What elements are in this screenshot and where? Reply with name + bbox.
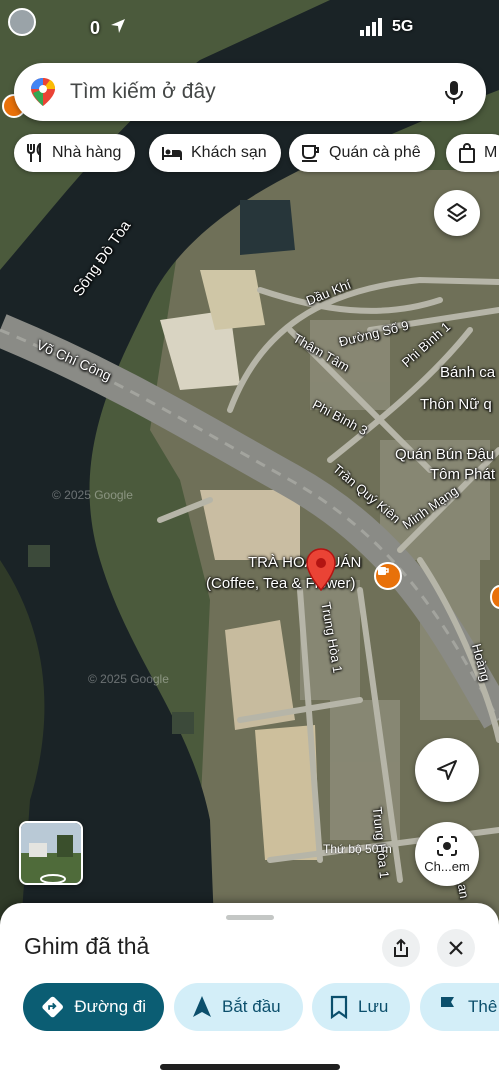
navigation-icon: [193, 996, 211, 1017]
map-label-banh-ca[interactable]: Bánh ca: [440, 364, 495, 381]
directions-label: Đường đi: [74, 997, 146, 1016]
chip-cafes[interactable]: Quán cà phê: [289, 134, 435, 172]
directions-icon: [42, 996, 63, 1018]
location-arrow-icon: [111, 19, 125, 33]
chip-label: Nhà hàng: [52, 144, 122, 161]
map-label-tom-phat[interactable]: Tôm Phát: [430, 466, 495, 483]
add-label-label: Thê: [468, 997, 498, 1016]
microphone-icon[interactable]: [442, 79, 466, 105]
navigation-arrow-icon: [437, 760, 457, 780]
maps-screen: Sông Đò Tòa Võ Chí Công Dầu Khí Đường Số…: [0, 0, 499, 1080]
signal-icon: [360, 18, 382, 36]
flag-icon: [441, 997, 454, 1018]
street-view-image: [21, 823, 81, 883]
map-label-thon-nu[interactable]: Thôn Nữ q: [420, 396, 492, 413]
my-location-button[interactable]: [415, 738, 479, 802]
chip-restaurants[interactable]: Nhà hàng: [14, 134, 136, 172]
status-bar: 0 5G: [0, 0, 499, 50]
search-input[interactable]: Tìm kiếm ở đây: [70, 80, 216, 104]
map-watermark: © 2025 Google: [52, 488, 133, 502]
chip-label: M: [484, 144, 498, 161]
bed-icon: [162, 147, 182, 160]
home-indicator: [160, 1064, 340, 1070]
dropped-pin-sheet: Ghim đã thả Đường đi Bắt đầu Lưu Thê: [0, 903, 499, 1080]
map-label-quan-bun[interactable]: Quán Bún Đậu: [395, 446, 494, 463]
close-button[interactable]: [437, 929, 475, 967]
chip-hotels[interactable]: Khách sạn: [149, 134, 281, 172]
layers-button[interactable]: [434, 190, 480, 236]
shopping-bag-icon: [459, 143, 475, 163]
lens-label: Ch...em: [424, 858, 470, 874]
directions-button[interactable]: Đường đi: [23, 983, 164, 1031]
share-icon: [394, 938, 408, 957]
coffee-cup-icon: [302, 145, 319, 162]
close-icon: [449, 941, 463, 955]
network-indicator: 5G: [392, 18, 414, 35]
map-watermark: © 2025 Google: [88, 672, 169, 686]
lens-button[interactable]: Ch...em: [415, 822, 479, 886]
coffee-poi-icon[interactable]: [374, 562, 402, 590]
sheet-drag-handle[interactable]: [226, 915, 274, 920]
sheet-title: Ghim đã thả: [24, 933, 150, 959]
share-button[interactable]: [382, 929, 420, 967]
search-bar[interactable]: Tìm kiếm ở đây: [14, 63, 486, 121]
chip-label: Khách sạn: [191, 144, 267, 161]
poi-name[interactable]: TRÀ HOA QUÁN: [248, 554, 361, 571]
chip-label: Quán cà phê: [329, 144, 421, 161]
category-chips: Nhà hàng Khách sạn Quán cà phê M: [0, 134, 499, 172]
layers-icon: [447, 203, 467, 222]
bookmark-icon: [330, 995, 348, 1019]
account-avatar[interactable]: [8, 8, 36, 36]
add-label-button[interactable]: Thê: [420, 983, 499, 1031]
street-view-thumbnail[interactable]: [19, 821, 83, 885]
map-scale: Thứ bộ 50 m: [323, 842, 392, 856]
save-button[interactable]: Lưu: [312, 983, 410, 1031]
dropped-pin-icon[interactable]: [306, 548, 336, 592]
chip-shopping[interactable]: M: [446, 134, 499, 172]
save-label: Lưu: [358, 997, 389, 1016]
status-time: 0: [90, 18, 101, 38]
start-button[interactable]: Bắt đầu: [174, 983, 303, 1031]
start-label: Bắt đầu: [222, 997, 281, 1016]
fork-knife-icon: [27, 143, 41, 162]
maps-pin-logo-icon: [31, 78, 55, 106]
camera-lens-icon: [437, 835, 457, 856]
